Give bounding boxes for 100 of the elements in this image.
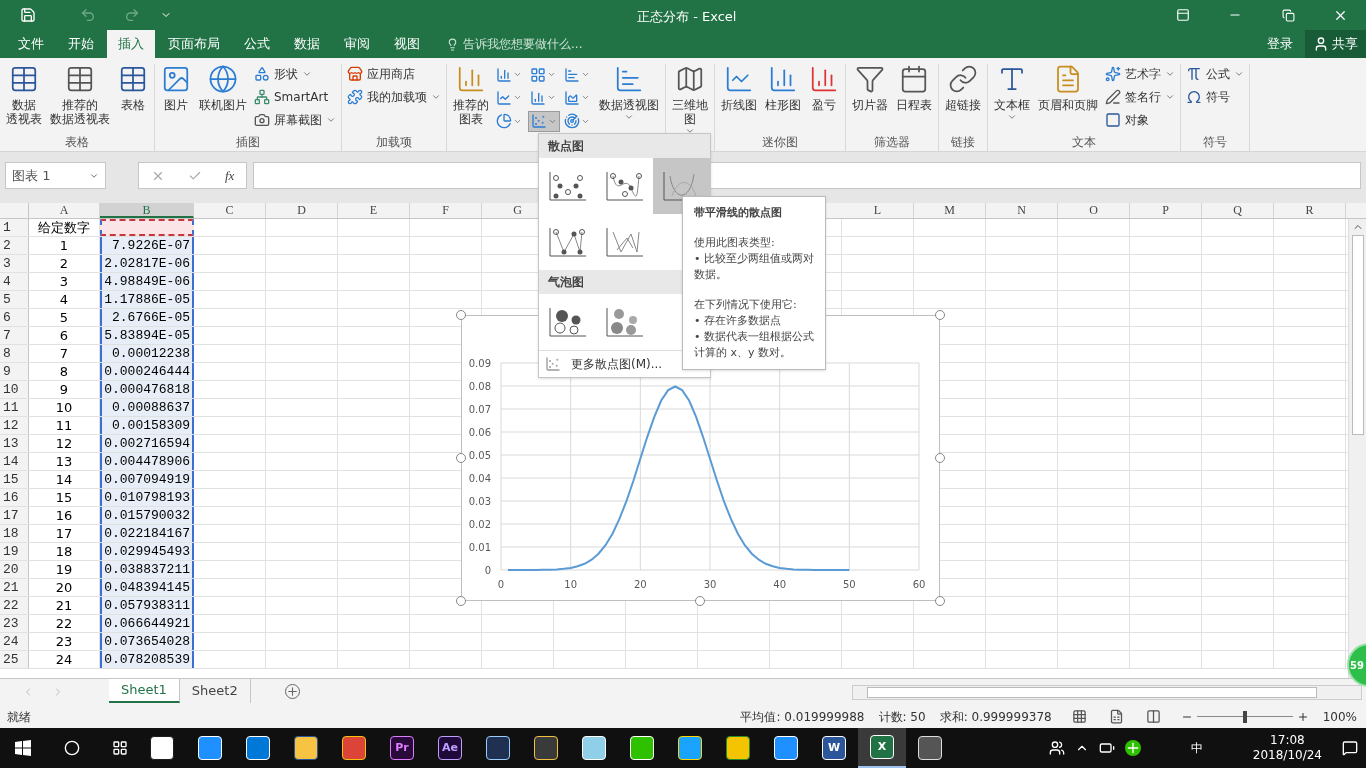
ribbon-button[interactable]: 艺术字 <box>1103 64 1177 84</box>
ribbon-button[interactable]: 数据透视图 <box>596 64 662 133</box>
ribbon-button[interactable]: 屏幕截图 <box>252 110 338 130</box>
row-header[interactable]: 8 <box>0 345 29 362</box>
tray-app-icon[interactable] <box>1124 740 1141 756</box>
row-header[interactable]: 11 <box>0 399 29 416</box>
column-header[interactable]: Q <box>1202 203 1274 218</box>
ribbon-tab[interactable]: 数据 <box>283 30 331 58</box>
ribbon-button[interactable]: 推荐的 图表 <box>450 64 492 133</box>
row-header[interactable]: 17 <box>0 507 29 524</box>
ribbon-tab[interactable]: 视图 <box>383 30 431 58</box>
zoom-readout[interactable]: 100% <box>1322 707 1357 726</box>
ribbon-button[interactable]: 盈亏 <box>806 64 842 133</box>
ribbon-button[interactable]: 应用商店 <box>345 64 443 84</box>
scroll-thumb[interactable] <box>1351 235 1364 435</box>
taskbar-app[interactable]: W <box>810 728 858 768</box>
save-icon[interactable] <box>20 7 36 23</box>
sheet-tab[interactable]: Sheet1 <box>109 679 180 703</box>
people-icon[interactable] <box>1048 740 1065 756</box>
row-header[interactable]: 19 <box>0 543 29 560</box>
ribbon-button[interactable]: 签名行 <box>1103 87 1177 107</box>
row-header[interactable]: 9 <box>0 363 29 380</box>
input-method-indicator[interactable]: 中 <box>1190 739 1203 757</box>
column-header[interactable]: L <box>842 203 914 218</box>
battery-icon[interactable] <box>1098 740 1115 756</box>
clock[interactable]: 17:08 2018/10/24 <box>1252 733 1322 763</box>
sign-in-link[interactable]: 登录 <box>1267 30 1293 58</box>
ribbon-tab[interactable]: 页面布局 <box>157 30 231 58</box>
resize-handle[interactable] <box>456 596 466 606</box>
row-header[interactable]: 14 <box>0 453 29 470</box>
row-header[interactable]: 16 <box>0 489 29 506</box>
ribbon-button[interactable]: 表格 <box>115 64 151 133</box>
ribbon-button[interactable]: 日程表 <box>893 64 935 133</box>
notification-icon[interactable] <box>1342 740 1358 756</box>
taskbar-app[interactable]: X <box>858 728 906 768</box>
ribbon-tab[interactable]: 文件 <box>7 30 55 58</box>
task-view-icon[interactable] <box>112 740 128 756</box>
column-header[interactable]: N <box>986 203 1058 218</box>
row-header[interactable]: 21 <box>0 579 29 596</box>
row-header[interactable]: 1 <box>0 219 29 236</box>
ribbon-button[interactable]: 我的加载项 <box>345 87 443 107</box>
column-header[interactable]: D <box>266 203 338 218</box>
ribbon-button[interactable]: 对象 <box>1103 110 1177 130</box>
vertical-scrollbar[interactable] <box>1348 219 1366 678</box>
share-button[interactable]: 共享 <box>1305 30 1366 58</box>
windows-logo-icon[interactable] <box>15 740 31 756</box>
ribbon-button[interactable]: 联机图片 <box>196 64 250 133</box>
page-layout-icon[interactable] <box>1108 709 1124 724</box>
column-header[interactable]: M <box>914 203 986 218</box>
page-break-icon[interactable] <box>1145 709 1161 724</box>
sheet-tab[interactable]: Sheet2 <box>179 679 251 703</box>
column-header[interactable]: C <box>194 203 266 218</box>
row-header[interactable]: 7 <box>0 327 29 344</box>
taskbar-app[interactable]: Ae <box>426 728 474 768</box>
ribbon-button[interactable]: 柱形图 <box>762 64 804 133</box>
ribbon-button[interactable]: 切片器 <box>849 64 891 133</box>
restore-icon[interactable] <box>1282 8 1295 22</box>
tell-me-field[interactable]: 告诉我您想要做什么... <box>463 35 623 53</box>
row-header[interactable]: 4 <box>0 273 29 290</box>
ribbon-button[interactable]: 页眉和页脚 <box>1035 64 1101 133</box>
column-header[interactable]: E <box>338 203 410 218</box>
chart-type-button[interactable] <box>528 110 560 132</box>
ribbon-button[interactable]: 文本框 <box>991 64 1033 133</box>
row-header[interactable]: 24 <box>0 633 29 650</box>
ribbon-button[interactable]: 超链接 <box>942 64 984 133</box>
ribbon-button[interactable]: SmartArt <box>252 87 338 107</box>
ribbon-button[interactable]: 公式 <box>1184 64 1246 84</box>
search-icon[interactable] <box>64 740 80 756</box>
ribbon-tab[interactable]: 审阅 <box>333 30 381 58</box>
resize-handle[interactable] <box>456 453 466 463</box>
resize-handle[interactable] <box>935 596 945 606</box>
normal-view-icon[interactable] <box>1071 709 1087 724</box>
ribbon-button[interactable]: 折线图 <box>718 64 760 133</box>
ribbon-button[interactable]: 图片 <box>158 64 194 133</box>
row-header[interactable]: 25 <box>0 651 29 668</box>
ribbon-tab[interactable]: 开始 <box>57 30 105 58</box>
resize-handle[interactable] <box>935 310 945 320</box>
insert-function-button[interactable]: fx <box>225 165 235 186</box>
row-header[interactable]: 23 <box>0 615 29 632</box>
row-header[interactable]: 10 <box>0 381 29 398</box>
column-header[interactable]: P <box>1130 203 1202 218</box>
ribbon-button[interactable]: 形状 <box>252 64 338 84</box>
ribbon-tab[interactable]: 插入 <box>107 30 155 58</box>
row-header[interactable]: 15 <box>0 471 29 488</box>
row-header[interactable]: 2 <box>0 237 29 254</box>
undo-icon[interactable] <box>80 7 96 23</box>
zoom-slider-thumb[interactable] <box>1242 710 1247 723</box>
resize-handle[interactable] <box>935 453 945 463</box>
menu-item[interactable]: 更多散点图(M)... <box>571 355 663 373</box>
row-header[interactable]: 20 <box>0 561 29 578</box>
ribbon-button[interactable]: 推荐的 数据透视表 <box>47 64 113 133</box>
name-box[interactable]: 图表 1 <box>5 162 106 189</box>
ribbon-tab[interactable]: 公式 <box>233 30 281 58</box>
column-header[interactable]: O <box>1058 203 1130 218</box>
ribbon-display-icon[interactable] <box>1176 8 1190 22</box>
column-header[interactable]: R <box>1274 203 1346 218</box>
redo-icon[interactable] <box>124 7 140 23</box>
row-header[interactable]: 22 <box>0 597 29 614</box>
horizontal-scrollbar[interactable] <box>851 685 1362 700</box>
column-header[interactable]: F <box>410 203 482 218</box>
